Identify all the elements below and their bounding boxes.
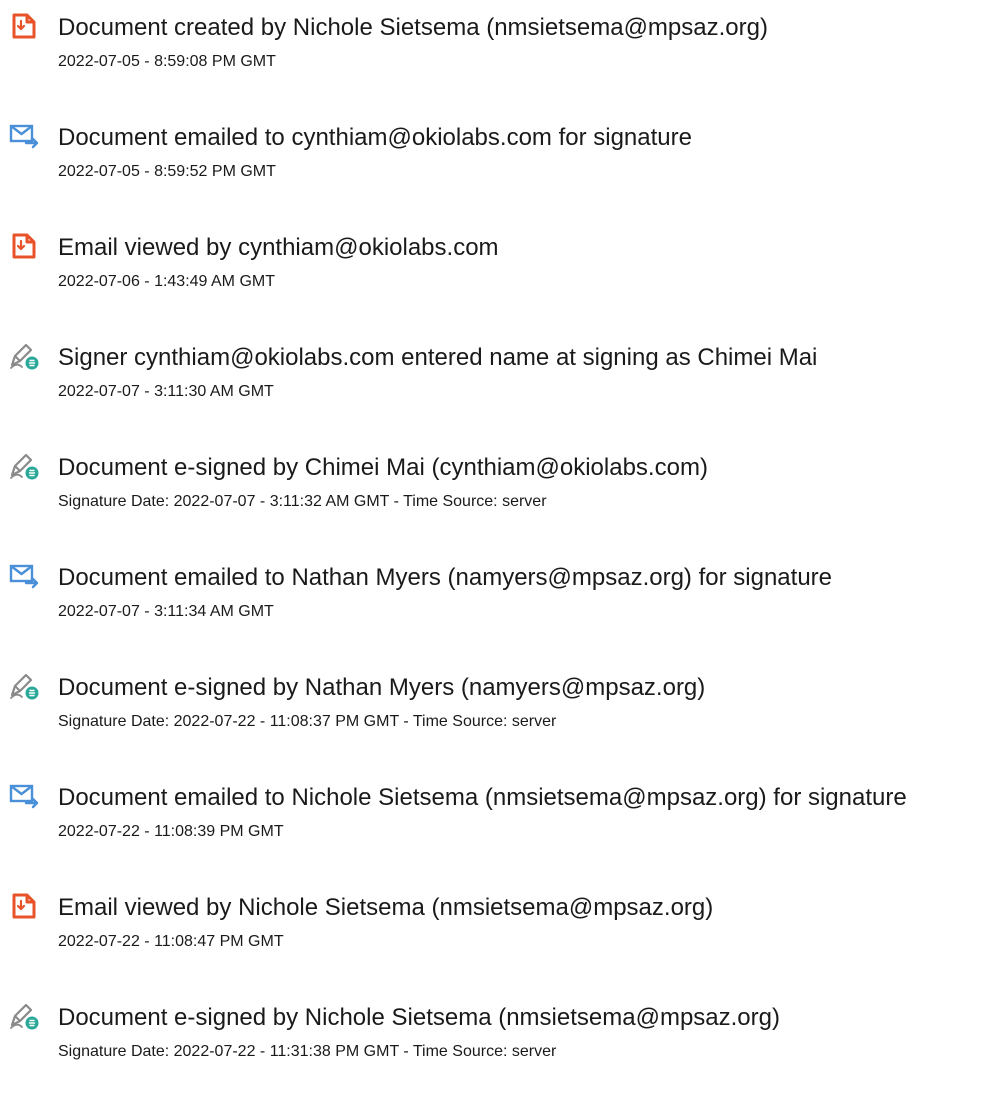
document-viewed-icon [9,231,39,261]
e-sign-icon [9,671,39,701]
event-timestamp: Signature Date: 2022-07-22 - 11:08:37 PM… [58,713,557,730]
audit-event: Document emailed to cynthiam@okiolabs.co… [0,114,1000,214]
event-title: Email viewed by Nichole Sietsema (nmsiet… [58,894,714,921]
audit-event: Email viewed by cynthiam@okiolabs.com 20… [0,224,1000,324]
audit-event: Document e-signed by Nathan Myers (namye… [0,664,1000,764]
event-timestamp: Signature Date: 2022-07-07 - 3:11:32 AM … [58,493,547,510]
e-sign-icon [9,451,39,481]
event-title: Signer cynthiam@okiolabs.com entered nam… [58,344,818,371]
event-title: Document emailed to Nichole Sietsema (nm… [58,784,907,811]
event-timestamp: Signature Date: 2022-07-22 - 11:31:38 PM… [58,1043,557,1060]
event-title: Document e-signed by Nathan Myers (namye… [58,674,706,701]
event-timestamp: 2022-07-05 - 8:59:08 PM GMT [58,53,276,70]
event-title: Document e-signed by Nichole Sietsema (n… [58,1004,780,1031]
audit-event: Document emailed to Nichole Sietsema (nm… [0,774,1000,874]
event-title: Document created by Nichole Sietsema (nm… [58,14,768,41]
email-sent-icon [9,121,39,151]
audit-event: Email viewed by Nichole Sietsema (nmsiet… [0,884,1000,984]
event-title: Document e-signed by Chimei Mai (cynthia… [58,454,708,481]
event-timestamp: 2022-07-22 - 11:08:47 PM GMT [58,933,284,950]
audit-event: Document e-signed by Nichole Sietsema (n… [0,994,1000,1094]
audit-event: Document created by Nichole Sietsema (nm… [0,4,1000,104]
event-timestamp: 2022-07-05 - 8:59:52 PM GMT [58,163,276,180]
document-viewed-icon [9,891,39,921]
document-created-icon [9,11,39,41]
audit-event: Document emailed to Nathan Myers (namyer… [0,554,1000,654]
event-timestamp: 2022-07-06 - 1:43:49 AM GMT [58,273,275,290]
audit-event: Signer cynthiam@okiolabs.com entered nam… [0,334,1000,434]
e-sign-icon [9,1001,39,1031]
event-title: Document emailed to cynthiam@okiolabs.co… [58,124,692,151]
email-sent-icon [9,561,39,591]
event-timestamp: 2022-07-07 - 3:11:34 AM GMT [58,603,274,620]
event-timestamp: 2022-07-22 - 11:08:39 PM GMT [58,823,284,840]
event-title: Email viewed by cynthiam@okiolabs.com [58,234,499,261]
event-title: Document emailed to Nathan Myers (namyer… [58,564,832,591]
e-sign-icon [9,341,39,371]
email-sent-icon [9,781,39,811]
event-timestamp: 2022-07-07 - 3:11:30 AM GMT [58,383,274,400]
audit-event: Document e-signed by Chimei Mai (cynthia… [0,444,1000,544]
